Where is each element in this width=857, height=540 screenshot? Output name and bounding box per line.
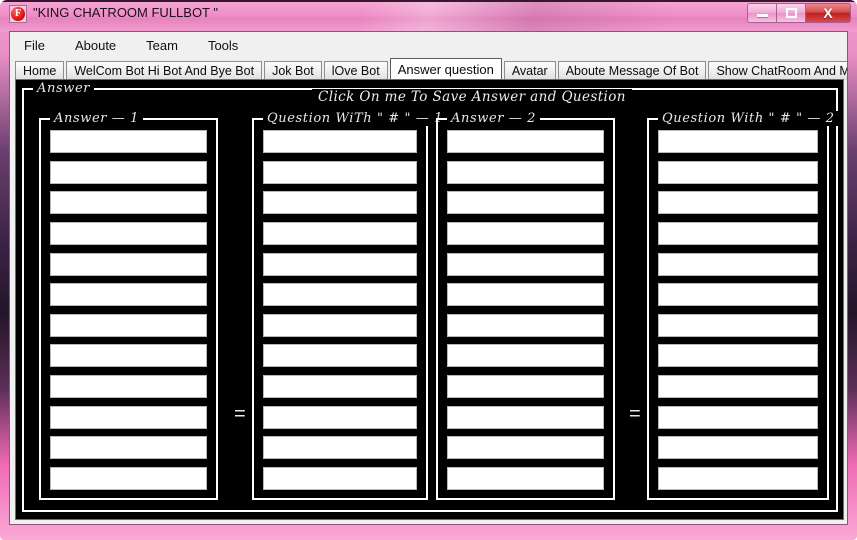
app-logo-letter: F	[11, 7, 25, 21]
answer-2-textbox-list	[447, 130, 604, 490]
answer-2-group-label: Answer — 2	[447, 111, 541, 126]
answer-group: Answer Click On me To Save Answer and Qu…	[22, 81, 839, 512]
equals-separator-2: =	[629, 403, 641, 425]
answer-1-textbox[interactable]	[50, 436, 207, 460]
window-controls: X	[747, 3, 851, 23]
question-1-textbox[interactable]	[263, 221, 417, 245]
answer-2-group: Answer — 2	[436, 111, 615, 500]
question-2-textbox[interactable]	[658, 191, 818, 215]
question-1-textbox[interactable]	[263, 191, 417, 215]
minimize-icon	[756, 14, 768, 17]
answer-2-textbox[interactable]	[447, 191, 604, 215]
answer-1-textbox[interactable]	[50, 283, 207, 307]
menu-item-tools[interactable]: Tools	[206, 36, 240, 55]
application-window: F "KING CHATROOM FULLBOT " X File Aboute…	[0, 0, 857, 540]
answer-1-textbox[interactable]	[50, 191, 207, 215]
tab-page-answer-question: Answer Click On me To Save Answer and Qu…	[15, 79, 844, 520]
question-2-textbox[interactable]	[658, 252, 818, 276]
answer-2-textbox[interactable]	[447, 405, 604, 429]
question-2-group: Question With " # " — 2	[647, 111, 839, 500]
question-2-textbox[interactable]	[658, 436, 818, 460]
app-logo-f-icon[interactable]: F	[9, 5, 27, 23]
answer-1-textbox[interactable]	[50, 344, 207, 368]
tab-jok-bot[interactable]: Jok Bot	[264, 61, 322, 80]
answer-2-textbox[interactable]	[447, 283, 604, 307]
answer-1-textbox[interactable]	[50, 252, 207, 276]
question-2-textbox[interactable]	[658, 344, 818, 368]
question-2-textbox[interactable]	[658, 130, 818, 153]
question-2-textbox[interactable]	[658, 313, 818, 337]
maximize-button[interactable]	[776, 3, 806, 23]
answer-2-textbox[interactable]	[447, 375, 604, 398]
answer-2-textbox[interactable]	[447, 221, 604, 245]
question-1-textbox-list	[263, 130, 417, 490]
answer-2-textbox[interactable]	[447, 130, 604, 153]
question-1-group: Question WiTh " # " — 1	[252, 111, 448, 500]
tab-strip: Home WelCom Bot Hi Bot And Bye Bot Jok B…	[15, 58, 847, 80]
answer-2-textbox[interactable]	[447, 466, 604, 490]
question-2-textbox[interactable]	[658, 221, 818, 245]
question-1-textbox[interactable]	[263, 466, 417, 490]
answer-group-label: Answer	[33, 81, 95, 96]
answer-2-textbox[interactable]	[447, 344, 604, 368]
question-1-textbox[interactable]	[263, 160, 417, 184]
tab-aboute-message-of-bot[interactable]: Aboute Message Of Bot	[557, 61, 707, 80]
question-2-textbox[interactable]	[658, 466, 818, 490]
answer-1-textbox[interactable]	[50, 221, 207, 245]
question-2-textbox[interactable]	[658, 405, 818, 429]
equals-separator-1: =	[234, 403, 246, 425]
answer-1-textbox[interactable]	[50, 375, 207, 398]
answer-1-textbox[interactable]	[50, 313, 207, 337]
answer-1-textbox[interactable]	[50, 466, 207, 490]
question-2-textbox-list	[658, 130, 818, 490]
tab-answer-question[interactable]: Answer question	[389, 58, 502, 80]
answer-1-group-label: Answer — 1	[50, 111, 144, 126]
window-title: "KING CHATROOM FULLBOT "	[33, 5, 218, 20]
close-button[interactable]: X	[805, 3, 851, 23]
menu-item-team[interactable]: Team	[144, 36, 180, 55]
tab-avatar[interactable]: Avatar	[503, 61, 556, 80]
question-1-textbox[interactable]	[263, 283, 417, 307]
answer-1-textbox[interactable]	[50, 130, 207, 153]
tab-show-chatroom-and-message[interactable]: Show ChatRoom And Message	[708, 61, 847, 80]
answer-1-textbox[interactable]	[50, 405, 207, 429]
menu-item-file[interactable]: File	[22, 36, 47, 55]
question-2-group-label: Question With " # " — 2	[658, 111, 839, 126]
question-1-group-label: Question WiTh " # " — 1	[263, 111, 448, 126]
answer-2-textbox[interactable]	[447, 436, 604, 460]
menu-bar: File Aboute Team Tools	[10, 32, 847, 58]
tab-home[interactable]: Home	[15, 61, 65, 80]
question-1-textbox[interactable]	[263, 313, 417, 337]
answer-1-group: Answer — 1	[39, 111, 218, 500]
tab-love-bot[interactable]: lOve Bot	[323, 61, 388, 80]
question-1-textbox[interactable]	[263, 252, 417, 276]
answer-1-textbox-list	[50, 130, 207, 490]
close-icon: X	[823, 5, 833, 21]
answer-1-textbox[interactable]	[50, 160, 207, 184]
client-area: File Aboute Team Tools Home WelCom Bot H…	[9, 31, 848, 525]
question-1-textbox[interactable]	[263, 344, 417, 368]
question-2-textbox[interactable]	[658, 375, 818, 398]
save-answer-question-link[interactable]: Click On me To Save Answer and Question	[312, 89, 632, 105]
question-1-textbox[interactable]	[263, 130, 417, 153]
question-2-textbox[interactable]	[658, 160, 818, 184]
answer-2-textbox[interactable]	[447, 160, 604, 184]
question-1-textbox[interactable]	[263, 405, 417, 429]
answer-2-textbox[interactable]	[447, 252, 604, 276]
minimize-button[interactable]	[747, 3, 777, 23]
question-1-textbox[interactable]	[263, 375, 417, 398]
question-1-textbox[interactable]	[263, 436, 417, 460]
answer-2-textbox[interactable]	[447, 313, 604, 337]
titlebar[interactable]: F "KING CHATROOM FULLBOT " X	[0, 0, 857, 32]
menu-item-aboute[interactable]: Aboute	[73, 36, 118, 55]
maximize-icon	[785, 8, 797, 18]
tab-welcom-bot[interactable]: WelCom Bot Hi Bot And Bye Bot	[66, 61, 263, 80]
question-2-textbox[interactable]	[658, 283, 818, 307]
